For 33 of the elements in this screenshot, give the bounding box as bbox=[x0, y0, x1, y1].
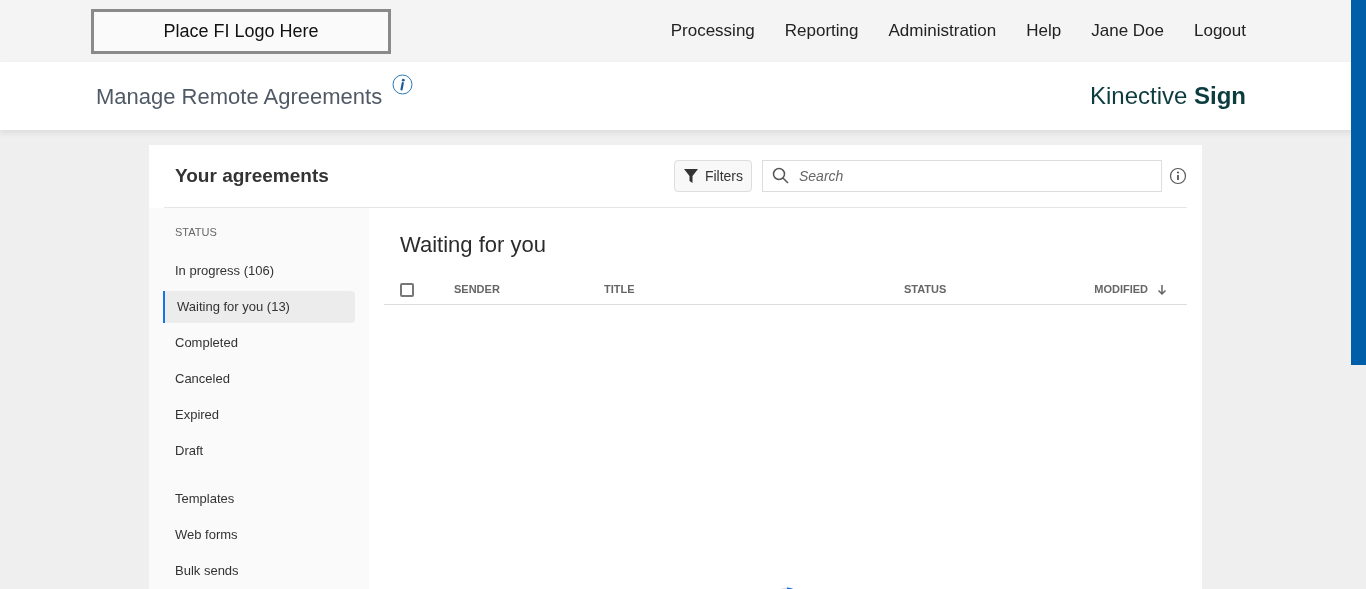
nav-link[interactable]: Processing bbox=[670, 18, 755, 44]
card-title: Your agreements bbox=[175, 163, 329, 188]
column-header[interactable]: STATUS bbox=[904, 281, 947, 298]
sidebar-item[interactable]: Canceled bbox=[163, 362, 355, 395]
nav-link[interactable]: Logout bbox=[1194, 18, 1246, 44]
select-all-checkbox[interactable] bbox=[400, 282, 414, 297]
sidebar-item[interactable]: Bulk sends bbox=[163, 554, 355, 587]
column-header[interactable]: MODIFIED bbox=[1094, 281, 1148, 298]
sort-down-icon[interactable] bbox=[1157, 283, 1167, 296]
info-icon[interactable] bbox=[392, 73, 414, 95]
sidebar-item[interactable]: Expired bbox=[163, 398, 355, 431]
filters-button[interactable]: Filters bbox=[673, 160, 752, 192]
search-field[interactable]: Search bbox=[762, 160, 1162, 192]
sidebar-item[interactable]: Draft bbox=[163, 434, 355, 467]
logo-placeholder-text: Place FI Logo Here bbox=[163, 19, 319, 43]
brand-name: Kinective Sign bbox=[1089, 81, 1246, 111]
section-label: STATUS bbox=[174, 225, 218, 240]
nav-link[interactable]: Reporting bbox=[784, 18, 859, 44]
filter-icon bbox=[682, 168, 699, 184]
column-header[interactable]: SENDER bbox=[454, 281, 604, 298]
nav-link[interactable]: Help bbox=[1026, 18, 1062, 44]
list-heading: Waiting for you bbox=[399, 231, 547, 259]
sidebar-item[interactable]: Completed bbox=[163, 326, 355, 359]
info-icon[interactable] bbox=[1169, 167, 1187, 185]
sidebar-item[interactable]: Templates bbox=[163, 482, 355, 515]
nav-link[interactable]: Administration bbox=[888, 18, 997, 44]
sidebar-item[interactable]: Waiting for you (13) bbox=[163, 290, 355, 323]
column-header[interactable]: TITLE bbox=[604, 281, 904, 298]
nav-link[interactable]: Jane Doe bbox=[1091, 18, 1164, 44]
search-icon bbox=[772, 167, 790, 185]
page-title: Manage Remote Agreements bbox=[96, 82, 383, 111]
sidebar-item[interactable]: Web forms bbox=[163, 518, 355, 551]
sidebar-item[interactable]: In progress (106) bbox=[163, 254, 355, 287]
